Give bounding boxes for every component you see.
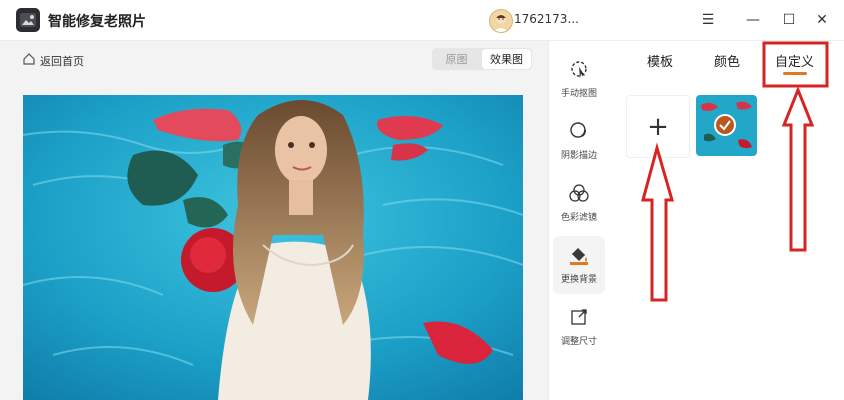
tool-resize[interactable]: 调整尺寸 — [553, 298, 605, 356]
tool-label: 更换背景 — [560, 275, 597, 285]
result-photo — [23, 95, 523, 400]
back-home-label: 返回首页 — [40, 54, 84, 68]
plus-icon: + — [647, 111, 669, 142]
resize-icon — [569, 307, 589, 330]
shadow-circle-icon — [569, 121, 589, 144]
view-toggle[interactable]: 原图 效果图 — [432, 48, 532, 70]
tab-template[interactable]: 模板 — [647, 51, 673, 70]
tool-label: 调整尺寸 — [560, 337, 597, 347]
tool-label: 阴影描边 — [560, 151, 597, 161]
tab-color[interactable]: 颜色 — [714, 51, 740, 70]
menu-icon[interactable]: ☰ — [698, 10, 718, 30]
app-logo-icon — [16, 8, 40, 32]
selected-check-icon — [714, 114, 736, 136]
tool-label: 色彩滤镜 — [560, 213, 597, 223]
tool-manual-cutout[interactable]: 手动抠图 — [553, 50, 605, 108]
paint-bucket-icon — [568, 245, 590, 268]
tool-shadow-stroke[interactable]: 阴影描边 — [553, 112, 605, 170]
maximize-icon[interactable]: ☐ — [779, 10, 799, 30]
original-view-tab[interactable]: 原图 — [432, 48, 481, 70]
result-view-tab[interactable]: 效果图 — [482, 49, 531, 69]
close-icon[interactable]: ✕ — [812, 10, 832, 30]
back-home-button[interactable]: 返回首页 — [22, 52, 84, 69]
app-title: 智能修复老照片 — [48, 14, 146, 30]
tab-custom[interactable]: 自定义 — [775, 51, 814, 70]
home-icon — [22, 52, 36, 69]
cursor-select-icon — [569, 59, 589, 82]
custom-background-thumbnail[interactable] — [696, 95, 757, 156]
tool-label: 手动抠图 — [560, 89, 597, 99]
tool-color-filter[interactable]: 色彩滤镜 — [553, 174, 605, 232]
active-tab-indicator — [783, 72, 807, 75]
minimize-icon[interactable]: — — [743, 10, 763, 30]
add-background-button[interactable]: + — [626, 95, 690, 158]
title-bar: 智能修复老照片 1762173... ☰ — ☐ ✕ — [0, 0, 844, 41]
user-id[interactable]: 1762173... — [514, 12, 579, 26]
color-filter-icon — [568, 183, 590, 206]
tool-change-background[interactable]: 更换背景 — [553, 236, 605, 294]
user-avatar[interactable] — [489, 9, 513, 33]
